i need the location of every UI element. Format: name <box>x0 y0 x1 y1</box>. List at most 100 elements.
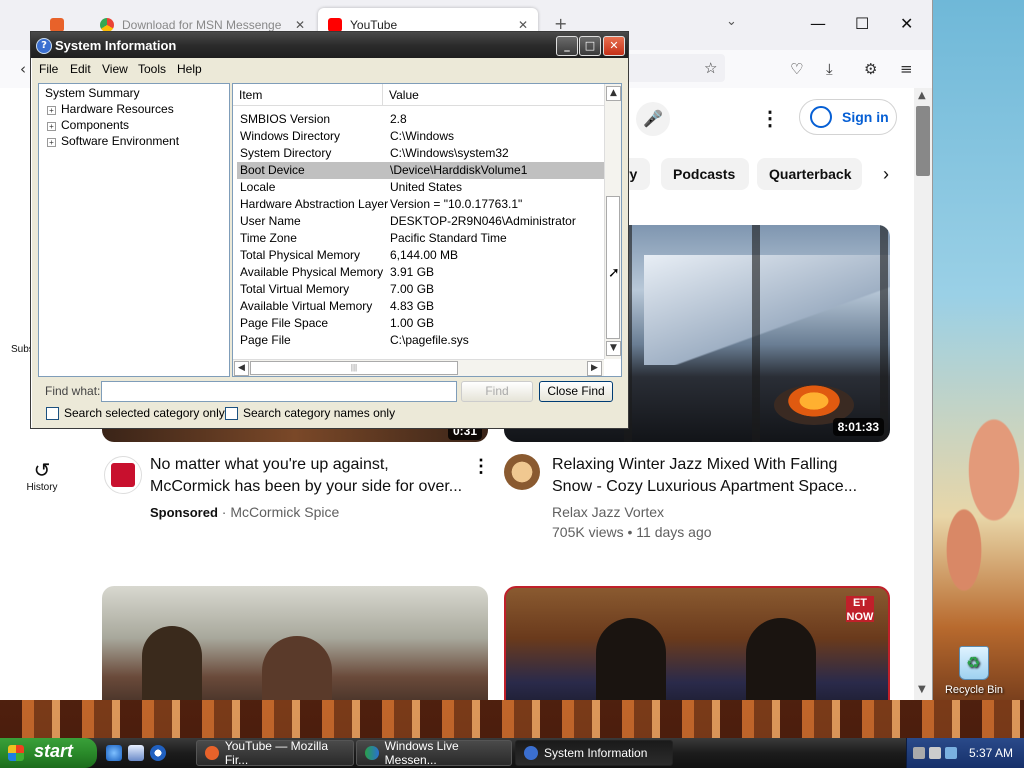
list-all-tabs-icon[interactable]: ⌄ <box>726 14 737 29</box>
tree-item-system-summary[interactable]: System Summary <box>45 86 140 100</box>
more-options-icon[interactable]: ⋮ <box>760 106 780 131</box>
video-title-2[interactable]: Relaxing Winter Jazz Mixed With Falling … <box>552 454 857 498</box>
maximize-icon[interactable]: □ <box>579 36 601 56</box>
column-header-item[interactable]: Item <box>233 84 383 106</box>
details-row[interactable]: Hardware Abstraction Layer Version = "10.… <box>237 196 604 213</box>
expand-icon[interactable]: + <box>47 122 56 131</box>
scroll-up-icon[interactable]: ▲ <box>606 86 621 101</box>
scrollbar-thumb[interactable]: ||| <box>250 361 458 375</box>
minimize-icon[interactable]: _ <box>556 36 578 56</box>
window-titlebar[interactable]: ? System Information _ □ ✕ <box>31 32 628 58</box>
details-row[interactable]: Time Zone Pacific Standard Time <box>237 230 604 247</box>
video-title-1[interactable]: No matter what you're up against, McCorm… <box>150 454 462 498</box>
row-value: 1.00 GB <box>390 316 435 330</box>
start-label: start <box>34 741 74 761</box>
volume-icon[interactable] <box>929 747 941 759</box>
scrollbar-thumb[interactable] <box>916 106 930 176</box>
url-bar[interactable]: ☆ <box>620 54 725 82</box>
details-row[interactable]: Available Virtual Memory 4.83 GB <box>237 298 604 315</box>
internet-explorer-icon[interactable] <box>106 745 122 761</box>
chevron-right-icon[interactable]: › <box>870 158 902 190</box>
media-player-icon[interactable] <box>150 745 166 761</box>
channel-name[interactable]: McCormick Spice <box>230 504 339 520</box>
thumbnail-person <box>746 618 816 700</box>
back-icon[interactable]: ‹ <box>20 60 26 78</box>
expand-icon[interactable]: + <box>47 138 56 147</box>
scroll-left-icon[interactable]: ◀ <box>234 361 249 376</box>
tray-show-icons-icon[interactable] <box>913 747 925 759</box>
tree-item-components[interactable]: + Components <box>47 118 129 132</box>
chip-podcasts[interactable]: Podcasts <box>661 158 749 190</box>
details-row[interactable]: Total Physical Memory 6,144.00 MB <box>237 247 604 264</box>
video-title-line: Snow - Cozy Luxurious Apartment Space... <box>552 478 858 495</box>
tree-item-software-environment[interactable]: + Software Environment <box>47 134 179 148</box>
find-input[interactable] <box>101 381 457 402</box>
taskbar-item-messenger[interactable]: Windows Live Messen... <box>356 739 512 767</box>
minimize-icon[interactable]: — <box>810 14 826 33</box>
tree-item-hardware-resources[interactable]: + Hardware Resources <box>47 102 174 116</box>
scroll-right-icon[interactable]: ▶ <box>587 361 602 376</box>
voice-search-icon[interactable]: 🎤 <box>636 102 670 136</box>
start-button[interactable]: start <box>0 738 97 768</box>
video-menu-icon[interactable]: ⋮ <box>472 456 490 477</box>
tab-close-icon[interactable]: ✕ <box>518 18 528 32</box>
details-row[interactable]: Total Virtual Memory 7.00 GB <box>237 281 604 298</box>
clock[interactable]: 5:37 AM <box>969 746 1013 760</box>
bookmark-star-icon[interactable]: ☆ <box>704 59 717 77</box>
checkbox-box[interactable] <box>225 406 238 420</box>
row-value: C:\Windows <box>390 129 455 143</box>
details-row[interactable]: Windows Directory C:\Windows <box>237 128 604 145</box>
recycle-bin-icon[interactable] <box>959 646 989 680</box>
row-value: Pacific Standard Time <box>390 231 507 245</box>
channel-avatar-mccormick[interactable] <box>104 456 142 494</box>
sign-in-button[interactable]: Sign in <box>799 99 897 135</box>
network-icon[interactable] <box>945 747 957 759</box>
pocket-icon[interactable]: ♡ <box>790 60 803 78</box>
menu-help[interactable]: Help <box>177 62 202 76</box>
taskbar-item-system-information[interactable]: System Information <box>515 740 673 766</box>
details-row[interactable]: Locale United States <box>237 179 604 196</box>
column-header-value[interactable]: Value <box>383 84 604 106</box>
recycle-bin[interactable]: Recycle Bin <box>944 646 1004 696</box>
details-row[interactable]: System Directory C:\Windows\system32 <box>237 145 604 162</box>
chip-quarterback[interactable]: Quarterback <box>757 158 862 190</box>
close-icon[interactable]: ✕ <box>603 36 625 56</box>
checkbox-box[interactable] <box>46 406 59 420</box>
menu-tools[interactable]: Tools <box>138 62 166 76</box>
search-category-names-checkbox[interactable]: Search category names only <box>225 406 395 420</box>
channel-name[interactable]: Relax Jazz Vortex <box>552 504 664 520</box>
video-thumbnail-classroom[interactable] <box>102 586 488 700</box>
menu-file[interactable]: File <box>39 62 58 76</box>
taskbar-item-firefox[interactable]: YouTube — Mozilla Fir... <box>196 739 354 767</box>
details-row[interactable]: User Name DESKTOP-2R9N046\Administrator <box>237 213 604 230</box>
sidebar-history[interactable]: ↺ History <box>20 458 64 493</box>
extensions-icon[interactable]: ⚙ <box>864 60 877 78</box>
downloads-icon[interactable]: ⤓ <box>826 60 833 78</box>
show-desktop-icon[interactable] <box>128 745 144 761</box>
find-button[interactable]: Find <box>461 381 533 402</box>
details-row[interactable]: Page File Space 1.00 GB <box>237 315 604 332</box>
scroll-down-icon[interactable]: ▼ <box>918 684 926 695</box>
row-item: System Directory <box>240 146 332 160</box>
channel-avatar-relax-jazz[interactable] <box>504 454 540 490</box>
menu-view[interactable]: View <box>102 62 128 76</box>
maximize-icon[interactable]: ☐ <box>855 14 869 33</box>
scroll-down-icon[interactable]: ▼ <box>606 341 621 356</box>
details-row[interactable]: Page File C:\pagefile.sys <box>237 332 604 349</box>
video-thumbnail-parliament[interactable]: ET NOW <box>504 586 890 700</box>
desktop-wallpaper-hands <box>924 410 1024 610</box>
scroll-up-icon[interactable]: ▲ <box>918 90 926 101</box>
details-horizontal-scrollbar[interactable]: ◀ ||| ▶ <box>233 359 604 376</box>
details-row[interactable]: Available Physical Memory 3.91 GB <box>237 264 604 281</box>
close-find-button[interactable]: Close Find <box>539 381 613 402</box>
menu-edit[interactable]: Edit <box>70 62 91 76</box>
close-icon[interactable]: ✕ <box>900 14 913 33</box>
menu-icon[interactable]: ≡ <box>900 60 913 78</box>
page-scrollbar[interactable]: ▲ ▼ <box>914 88 932 700</box>
details-vertical-scrollbar[interactable]: ▲ ▼ <box>604 84 621 359</box>
search-selected-category-checkbox[interactable]: Search selected category only <box>46 406 225 420</box>
details-row[interactable]: Boot Device \Device\HarddiskVolume1 <box>237 162 604 179</box>
expand-icon[interactable]: + <box>47 106 56 115</box>
details-row[interactable]: SMBIOS Version 2.8 <box>237 111 604 128</box>
tab-close-icon[interactable]: ✕ <box>295 18 305 32</box>
